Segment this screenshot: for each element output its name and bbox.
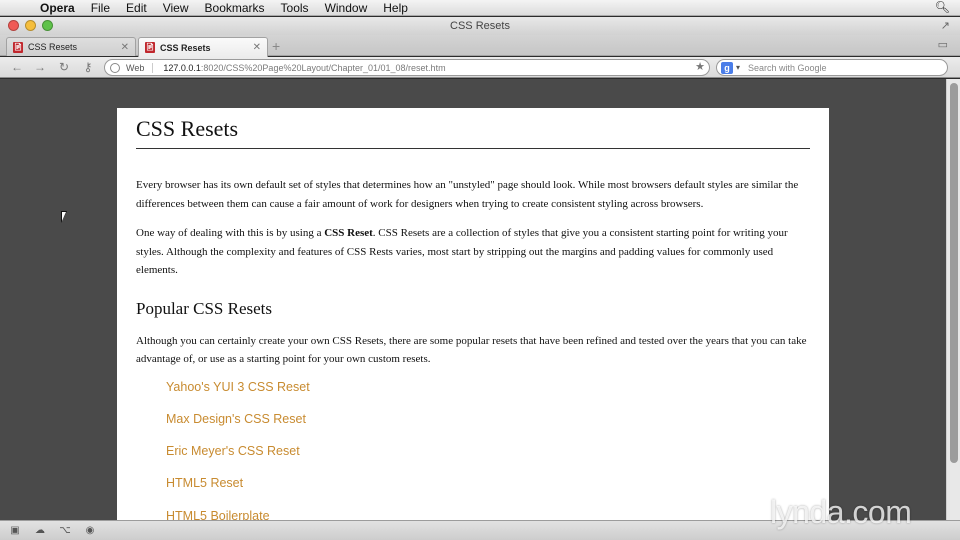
google-icon[interactable]: g xyxy=(721,61,733,74)
tab-label: CSS Resets xyxy=(28,42,78,52)
globe-icon xyxy=(110,62,120,73)
close-tab-icon[interactable]: ✕ xyxy=(253,42,261,53)
fullscreen-icon[interactable]: ↗ xyxy=(941,19,950,32)
url-text[interactable]: 127.0.0.1:8020/CSS%20Page%20Layout/Chapt… xyxy=(163,63,445,73)
url-host: 127.0.0.1 xyxy=(163,62,201,73)
link-html5-boilerplate[interactable]: HTML5 Boilerplate xyxy=(166,507,810,520)
menu-opera[interactable]: Opera xyxy=(40,0,83,16)
mouse-cursor-icon xyxy=(61,211,67,223)
bookmark-star-icon[interactable]: ★ xyxy=(695,60,705,73)
lynda-watermark: lynda.com xyxy=(770,494,912,530)
link-max-design-reset[interactable]: Max Design's CSS Reset xyxy=(166,410,810,442)
window-title-bar: CSS Resets ↗ xyxy=(0,17,960,35)
link-eric-meyer-reset[interactable]: Eric Meyer's CSS Reset xyxy=(166,442,810,474)
speed-dial-icon[interactable]: ◉ xyxy=(83,524,97,537)
window-title: CSS Resets xyxy=(450,20,510,32)
address-field[interactable]: Web 127.0.0.1:8020/CSS%20Page%20Layout/C… xyxy=(104,59,710,76)
reset-links-list: Yahoo's YUI 3 CSS Reset Max Design's CSS… xyxy=(136,378,810,521)
spotlight-search-icon[interactable]: 🔍︎ xyxy=(935,0,950,14)
menu-window[interactable]: Window xyxy=(317,0,376,16)
tab-menu-icon[interactable]: ▭ xyxy=(938,38,948,51)
menu-file[interactable]: File xyxy=(83,0,118,16)
url-path: :8020/CSS%20Page%20Layout/Chapter_01/01_… xyxy=(200,62,446,73)
page-title: CSS Resets xyxy=(136,108,810,149)
cloud-icon[interactable]: ☁ xyxy=(33,524,47,537)
page-favicon-icon: 📄︎ xyxy=(13,41,23,53)
browser-viewport: CSS Resets Every browser has its own def… xyxy=(0,79,946,520)
close-window-button[interactable] xyxy=(8,20,19,31)
menu-help[interactable]: Help xyxy=(375,0,416,16)
reset-paragraph: One way of dealing with this is by using… xyxy=(136,224,810,280)
intro-paragraph: Every browser has its own default set of… xyxy=(136,179,799,210)
menu-bar: Opera File Edit View Bookmarks Tools Win… xyxy=(0,0,960,16)
chevron-down-icon[interactable]: ▾ xyxy=(736,63,740,72)
tab-css-resets-2[interactable]: 📄︎ CSS Resets ✕ xyxy=(138,37,268,57)
link-html5-reset[interactable]: HTML5 Reset xyxy=(166,474,810,506)
key-icon[interactable]: ⚷ xyxy=(79,59,97,75)
page-favicon-icon: 📄︎ xyxy=(145,42,155,53)
close-tab-icon[interactable]: ✕ xyxy=(121,42,129,53)
tab-strip: 📄︎ CSS Resets ✕ 📄︎ CSS Resets ✕ + ▭ xyxy=(0,35,960,57)
reset-paragraph-start: One way of dealing with this is by using… xyxy=(136,227,325,239)
share-icon[interactable]: ⌥ xyxy=(58,524,72,537)
back-button[interactable]: ← xyxy=(8,59,26,75)
panel-toggle-icon[interactable]: ▣ xyxy=(8,524,22,537)
link-yui3-reset[interactable]: Yahoo's YUI 3 CSS Reset xyxy=(166,378,810,410)
menu-edit[interactable]: Edit xyxy=(118,0,155,16)
css-reset-term: CSS Reset xyxy=(324,227,373,239)
menu-tools[interactable]: Tools xyxy=(273,0,317,16)
search-field[interactable]: g ▾ Search with Google xyxy=(716,59,948,76)
reload-button[interactable]: ↻ xyxy=(55,59,73,75)
security-badge[interactable]: Web xyxy=(126,62,154,73)
search-placeholder: Search with Google xyxy=(748,62,827,73)
tab-css-resets-1[interactable]: 📄︎ CSS Resets ✕ xyxy=(6,37,136,56)
scrollbar-thumb[interactable] xyxy=(950,83,958,463)
section-heading: Popular CSS Resets xyxy=(136,298,273,318)
popular-resets-paragraph: Although you can certainly create your o… xyxy=(136,334,807,366)
minimize-window-button[interactable] xyxy=(25,20,36,31)
zoom-window-button[interactable] xyxy=(42,20,53,31)
vertical-scrollbar[interactable] xyxy=(946,79,960,520)
tab-label: CSS Resets xyxy=(160,42,211,53)
menu-bookmarks[interactable]: Bookmarks xyxy=(197,0,273,16)
navigation-bar: ← → ↻ ⚷ Web 127.0.0.1:8020/CSS%20Page%20… xyxy=(0,57,960,78)
forward-button[interactable]: → xyxy=(31,59,49,75)
menu-view[interactable]: View xyxy=(155,0,197,16)
web-page: CSS Resets Every browser has its own def… xyxy=(117,108,829,520)
new-tab-button[interactable]: + xyxy=(272,38,280,54)
